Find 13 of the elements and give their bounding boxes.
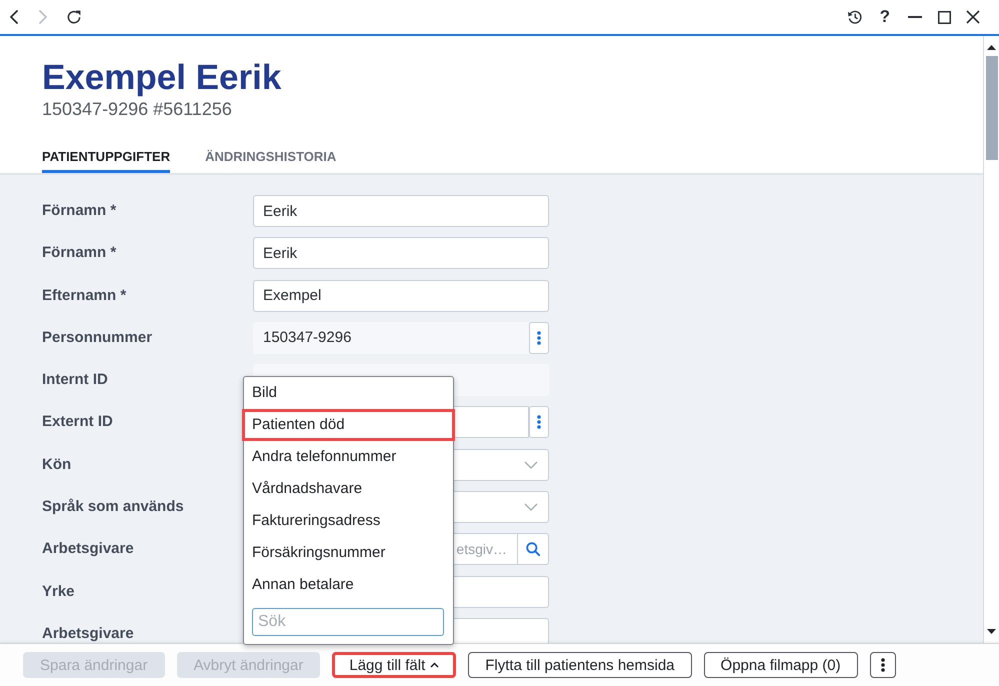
field-label: Arbetsgivare — [42, 626, 134, 642]
field-label: Personnummer — [42, 330, 152, 346]
field-label: Språk som används — [42, 499, 184, 516]
patient-name: Exempel Eerik — [42, 58, 282, 98]
field-label: Yrke — [42, 584, 75, 600]
field-label: Kön — [42, 456, 72, 473]
field-label: Internt ID — [42, 372, 108, 388]
field-label: Förnamn * — [42, 245, 116, 262]
field-label: Externt ID — [42, 414, 113, 430]
field-label: Förnamn * — [42, 203, 116, 219]
patient-id-text: 150347-9296 #5611256 — [42, 98, 232, 120]
field-label: Arbetsgivare — [42, 541, 134, 558]
field-label: Efternamn * — [42, 288, 126, 304]
